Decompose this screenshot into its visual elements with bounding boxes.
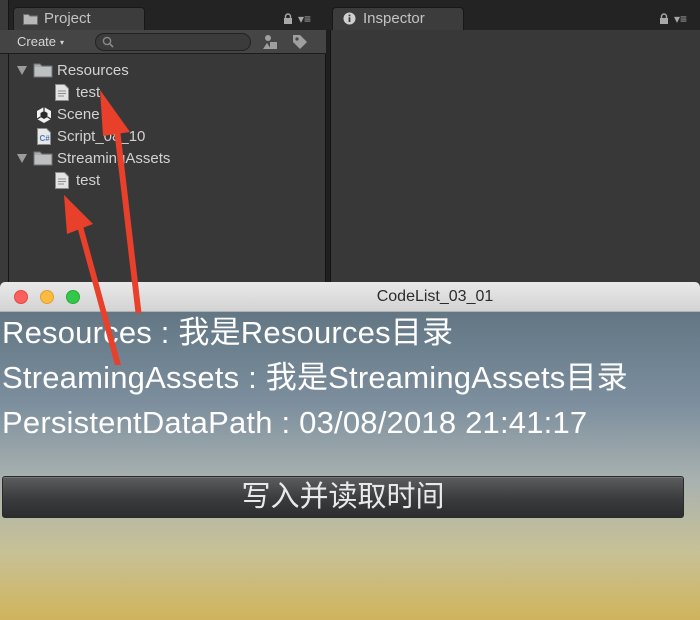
tab-inspector[interactable]: Inspector — [332, 7, 464, 31]
tab-project-label: Project — [44, 10, 91, 27]
resources-text: Resources : 我是Resources目录 — [2, 315, 454, 350]
lock-icon[interactable] — [659, 13, 669, 25]
create-button-label: Create — [17, 34, 57, 49]
search-by-type-icon[interactable] — [262, 33, 280, 51]
search-icon — [102, 36, 114, 48]
tree-item-label: Resources — [57, 62, 129, 79]
tree-item-label: test — [76, 172, 101, 189]
tree-item-scene[interactable]: Scene — [9, 104, 326, 126]
unity-scene-icon — [36, 107, 52, 123]
text-file-icon — [55, 84, 69, 101]
info-icon — [343, 12, 356, 25]
streamingassets-text: StreamingAssets : 我是StreamingAssets目录 — [2, 360, 628, 395]
folder-icon — [33, 151, 53, 166]
project-folder-icon — [23, 14, 38, 25]
write-read-time-button[interactable]: 写入并读取时间 — [2, 476, 684, 518]
app-window: CodeList_03_01 Resources : 我是Resources目录… — [0, 282, 700, 620]
inspector-tabbar: Inspector ▾≡ — [330, 0, 700, 31]
expand-arrow-icon[interactable] — [17, 154, 27, 163]
chevron-down-icon: ▾ — [60, 37, 65, 47]
tree-item-label: test — [76, 84, 101, 101]
tree-item-resources-test[interactable]: test — [9, 82, 326, 104]
unity-editor: Project ▾≡ Inspector ▾≡ Create ▾ Resourc… — [0, 0, 700, 290]
svg-text:C#: C# — [40, 134, 51, 143]
screenshot-root: Project ▾≡ Inspector ▾≡ Create ▾ Resourc… — [0, 0, 700, 620]
lock-icon[interactable] — [283, 13, 293, 25]
inspector-panel — [330, 30, 700, 290]
search-input[interactable] — [95, 33, 251, 51]
expand-arrow-icon[interactable] — [17, 66, 27, 75]
tab-inspector-label: Inspector — [363, 10, 425, 27]
csharp-script-icon: C# — [37, 128, 51, 145]
folder-icon — [33, 63, 53, 78]
tree-item-label: Script_08_10 — [57, 128, 146, 145]
tree-item-script[interactable]: C# Script_08_10 — [9, 126, 326, 148]
app-content: Resources : 我是Resources目录 StreamingAsset… — [0, 312, 700, 620]
panel-menu-icon[interactable]: ▾≡ — [298, 12, 311, 26]
persistentdatapath-text: PersistentDataPath : 03/08/2018 21:41:17 — [2, 405, 588, 440]
tree-item-label: StreamingAssets — [57, 150, 171, 167]
left-panel-edge — [0, 0, 9, 290]
project-tabbar: Project ▾≡ — [9, 0, 330, 31]
search-by-label-icon[interactable] — [291, 33, 309, 51]
panel-menu-icon[interactable]: ▾≡ — [674, 12, 687, 26]
tab-project[interactable]: Project — [13, 7, 145, 31]
tree-item-streamingassets-folder[interactable]: StreamingAssets — [9, 148, 326, 170]
window-titlebar[interactable]: CodeList_03_01 — [0, 282, 700, 312]
project-panel: Create ▾ Resources test Scene C# Script_… — [9, 30, 326, 290]
text-file-icon — [55, 172, 69, 189]
window-title: CodeList_03_01 — [376, 288, 494, 305]
tree-item-resources-folder[interactable]: Resources — [9, 60, 326, 82]
tree-item-streamingassets-test[interactable]: test — [9, 170, 326, 192]
project-toolbar: Create ▾ — [9, 30, 326, 54]
create-button[interactable]: Create ▾ — [17, 33, 64, 51]
tree-item-label: Scene — [57, 106, 100, 123]
